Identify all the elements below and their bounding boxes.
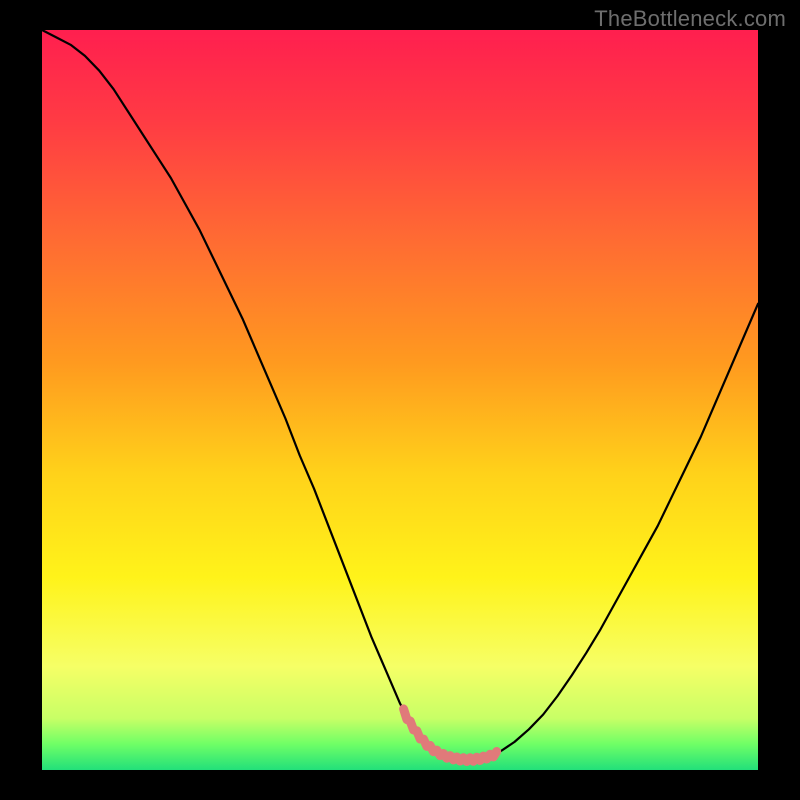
watermark-text: TheBottleneck.com — [594, 6, 786, 32]
bottleneck-curve-chart — [0, 0, 800, 800]
gradient-background — [42, 30, 758, 770]
chart-container: { "watermark": "TheBottleneck.com", "plo… — [0, 0, 800, 800]
